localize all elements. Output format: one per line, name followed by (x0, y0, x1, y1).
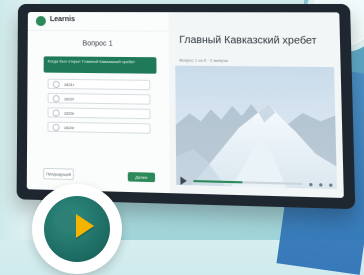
answer-option-label: 1823г (63, 110, 75, 116)
app-name: Learnis (49, 16, 76, 24)
answer-option-label: 1821г (63, 81, 75, 87)
next-button[interactable]: Далее (127, 172, 156, 183)
answer-option-label: 1822г (63, 95, 75, 102)
video-progress-fill (193, 180, 244, 184)
question-prompt: Когда был открыт Главный Кавказский хреб… (43, 56, 157, 74)
radio-icon (52, 80, 60, 88)
volume-icon[interactable] (309, 182, 313, 186)
top-bar: Learnis (27, 11, 169, 32)
answer-option[interactable]: 1822г (47, 92, 151, 105)
video-controls (180, 174, 333, 191)
video-player[interactable] (175, 65, 337, 190)
question-title: Вопрос 1 (82, 40, 113, 48)
back-button[interactable]: Предыдущий (43, 167, 74, 181)
radio-icon (52, 123, 60, 131)
lesson-meta: Вопрос 1 из 5 · 2 минуты (179, 57, 229, 63)
answer-option[interactable]: 1823г (47, 107, 151, 120)
lesson-panel: Главный Кавказский хребет Вопрос 1 из 5 … (168, 12, 344, 198)
answer-option[interactable]: 1821г (47, 78, 151, 91)
radio-icon (52, 108, 60, 117)
learnis-logo-icon (35, 16, 46, 27)
play-badge-icon (76, 214, 94, 238)
question-panel: Learnis Вопрос 1 Когда был открыт Главны… (26, 11, 172, 194)
answer-option-label: 1824г (63, 124, 75, 130)
settings-icon[interactable] (319, 182, 323, 187)
tablet-screen: Learnis Вопрос 1 Когда был открыт Главны… (26, 11, 344, 198)
lesson-heading: Главный Кавказский хребет (179, 34, 317, 47)
play-icon[interactable] (180, 176, 187, 186)
fullscreen-icon[interactable] (329, 182, 333, 187)
answer-option[interactable]: 1824г (47, 121, 151, 134)
radio-icon (52, 94, 60, 102)
mountain-image (175, 65, 337, 190)
video-progress[interactable] (193, 180, 303, 185)
tablet-device: Learnis Вопрос 1 Когда был открыт Главны… (16, 4, 356, 210)
